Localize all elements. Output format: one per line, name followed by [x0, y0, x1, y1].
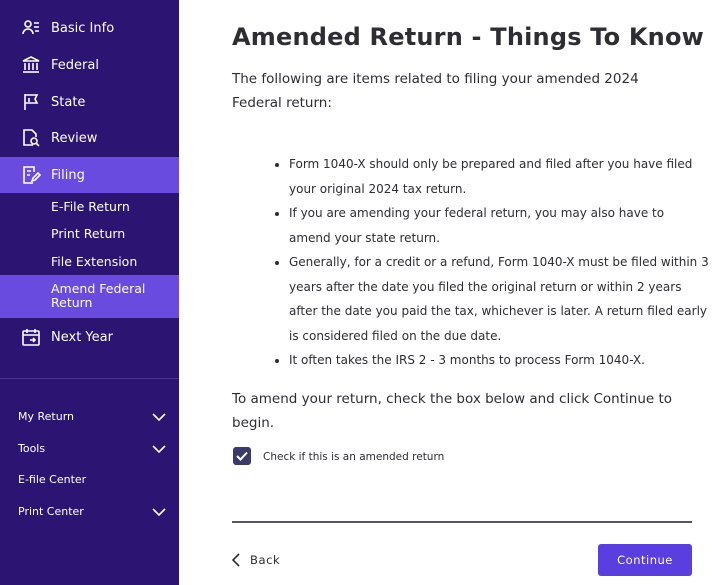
sidebar-bottom-label: Print Center	[18, 505, 84, 518]
sidebar-item-label: Review	[51, 130, 98, 146]
sidebar: Basic Info Federal State Review Filing E…	[0, 0, 179, 585]
back-button[interactable]: Back	[232, 549, 280, 571]
sidebar-print-center[interactable]: Print Center	[0, 501, 179, 525]
sidebar-item-label: Filing	[51, 167, 85, 183]
sidebar-subitem-efile-return[interactable]: E-File Return	[0, 193, 179, 221]
sidebar-subitem-label: Print Return	[51, 226, 126, 241]
sidebar-tools[interactable]: Tools	[0, 438, 179, 462]
sidebar-item-label: Basic Info	[51, 20, 115, 36]
amended-return-checkbox[interactable]	[233, 447, 251, 465]
sidebar-item-basic-info[interactable]: Basic Info	[0, 10, 179, 46]
sidebar-bottom-label: My Return	[18, 410, 74, 423]
building-icon	[22, 56, 40, 73]
list-item: It often takes the IRS 2 - 3 months to p…	[289, 348, 709, 373]
sidebar-subitem-label: File Extension	[51, 254, 138, 269]
sidebar-item-label: Federal	[51, 57, 99, 73]
sidebar-my-return[interactable]: My Return	[0, 406, 179, 430]
sidebar-subitem-print-return[interactable]: Print Return	[0, 221, 179, 248]
footer-divider	[232, 521, 692, 523]
sidebar-item-state[interactable]: State	[0, 84, 179, 120]
list-item: If you are amending your federal return,…	[289, 201, 709, 250]
sidebar-item-next-year[interactable]: Next Year	[0, 319, 179, 355]
chevron-left-icon	[232, 553, 240, 567]
chevron-down-icon	[152, 413, 166, 422]
sidebar-divider	[0, 378, 179, 379]
continue-button[interactable]: Continue	[598, 544, 692, 576]
sidebar-bottom-label: Tools	[18, 442, 46, 455]
sidebar-bottom-label: E-file Center	[18, 473, 87, 486]
checkmark-icon	[236, 451, 248, 461]
main-content: Amended Return - Things To Know The foll…	[179, 0, 720, 585]
chevron-down-icon	[152, 445, 166, 454]
intro-text: The following are items related to filin…	[232, 71, 639, 111]
list-item: Generally, for a credit or a refund, For…	[289, 250, 709, 348]
calendar-icon	[22, 329, 40, 346]
sidebar-subitem-label: E-File Return	[51, 199, 130, 214]
sidebar-subitem-label: Amend Federal Return	[51, 281, 146, 310]
flag-icon	[24, 94, 39, 110]
sidebar-item-review[interactable]: Review	[0, 120, 179, 156]
person-list-icon	[22, 20, 39, 35]
back-label: Back	[250, 553, 281, 567]
checkbox-label[interactable]: Check if this is an amended return	[263, 451, 444, 463]
info-list: Form 1040-X should only be prepared and …	[289, 152, 709, 373]
sidebar-subitem-amend-federal-return[interactable]: Amend Federal Return	[0, 275, 179, 318]
chevron-down-icon	[152, 508, 166, 517]
page-title: Amended Return - Things To Know	[232, 23, 705, 51]
sidebar-efile-center[interactable]: E-file Center	[0, 469, 179, 493]
sidebar-item-filing[interactable]: Filing	[0, 157, 179, 193]
document-search-icon	[23, 129, 40, 147]
sidebar-item-label: Next Year	[51, 329, 113, 345]
sidebar-item-label: State	[51, 94, 86, 110]
amend-instructions: To amend your return, check the box belo…	[232, 391, 673, 431]
document-edit-icon	[23, 166, 41, 184]
list-item: Form 1040-X should only be prepared and …	[289, 152, 709, 201]
sidebar-subitem-file-extension[interactable]: File Extension	[0, 248, 179, 275]
sidebar-item-federal[interactable]: Federal	[0, 47, 179, 83]
